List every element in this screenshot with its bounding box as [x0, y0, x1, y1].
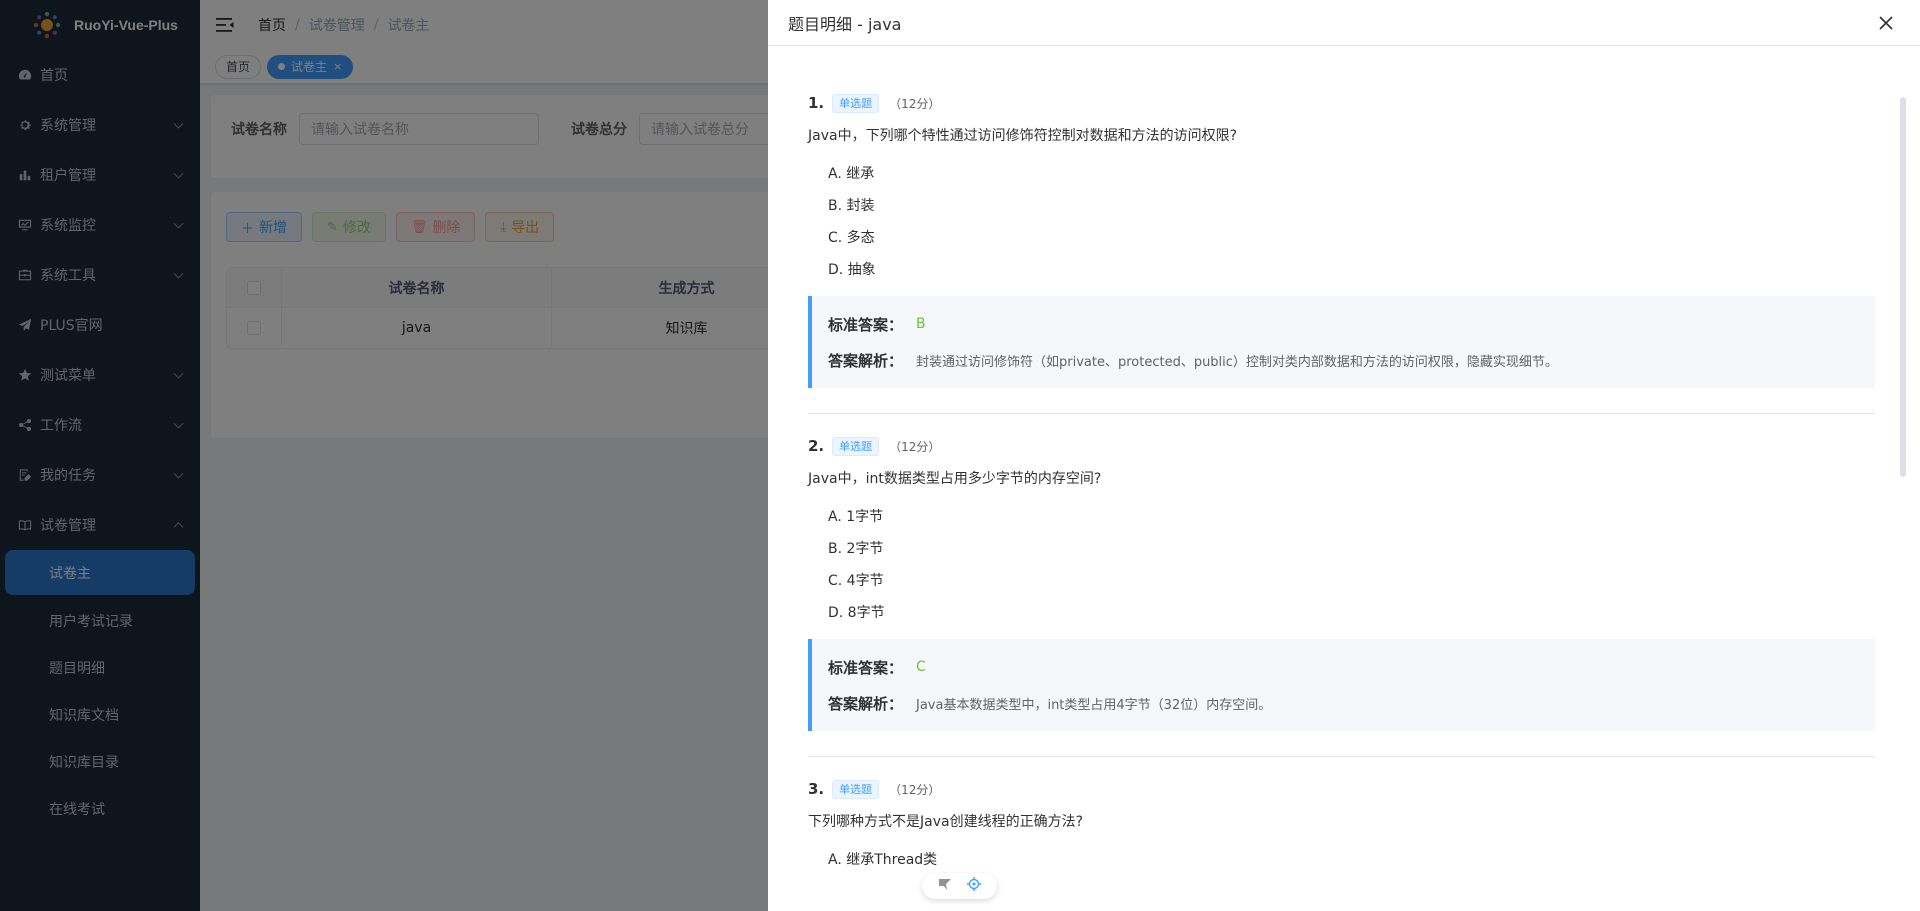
- divider: [808, 413, 1875, 414]
- question-number: 3.: [808, 780, 825, 798]
- question-header: 1. 单选题 （12分）: [808, 93, 1875, 113]
- option: C. 4字节: [828, 573, 884, 589]
- answer-value: C: [916, 659, 926, 675]
- explanation-text: 封装通过访问修饰符（如private、protected、public）控制对类…: [916, 354, 1558, 370]
- drawer-header: 题目明细 - java: [768, 0, 1920, 46]
- answer-row: 标准答案： C: [828, 653, 1859, 681]
- divider: [808, 756, 1875, 757]
- question-score: （12分）: [889, 439, 941, 454]
- question-type-badge: 单选题: [832, 93, 880, 113]
- explanation-row: 答案解析： Java基本数据类型中，int类型占用4字节（32位）内存空间。: [828, 689, 1859, 717]
- question-number: 1.: [808, 94, 825, 112]
- floating-toolbar: [922, 873, 997, 899]
- question-item: 2. 单选题 （12分） Java中，int数据类型占用多少字节的内存空间? A…: [808, 436, 1875, 731]
- question-number: 2.: [808, 437, 825, 455]
- answer-box: 标准答案： B 答案解析： 封装通过访问修饰符（如private、protect…: [808, 296, 1875, 388]
- option: B. 封装: [828, 198, 875, 214]
- question-item: 1. 单选题 （12分） Java中，下列哪个特性通过访问修饰符控制对数据和方法…: [808, 93, 1875, 388]
- question-header: 3. 单选题 （12分）: [808, 779, 1875, 799]
- answer-value: B: [916, 316, 926, 332]
- question-type-badge: 单选题: [832, 779, 880, 799]
- question-type-badge: 单选题: [832, 436, 880, 456]
- question-item: 3. 单选题 （12分） 下列哪种方式不是Java创建线程的正确方法? A. 继…: [808, 779, 1875, 875]
- answer-label: 标准答案：: [828, 658, 904, 677]
- option: A. 继承Thread类: [828, 852, 938, 868]
- question-text: Java中，下列哪个特性通过访问修饰符控制对数据和方法的访问权限?: [808, 128, 1238, 144]
- question-header: 2. 单选题 （12分）: [808, 436, 1875, 456]
- explanation-row: 答案解析： 封装通过访问修饰符（如private、protected、publi…: [828, 346, 1859, 374]
- cursor-icon[interactable]: [938, 877, 952, 895]
- question-detail-drawer: 题目明细 - java 1. 单选题 （12分） Java中，下列哪个特性通过访…: [768, 0, 1920, 911]
- drawer-title: 题目明细 - java: [788, 14, 902, 34]
- answer-row: 标准答案： B: [828, 310, 1859, 338]
- question-options: A. 1字节 B. 2字节 C. 4字节 D. 8字节: [808, 500, 1875, 628]
- scrollbar-thumb[interactable]: [1900, 97, 1906, 477]
- answer-label: 标准答案：: [828, 315, 904, 334]
- answer-box: 标准答案： C 答案解析： Java基本数据类型中，int类型占用4字节（32位…: [808, 639, 1875, 731]
- option: D. 抽象: [828, 262, 876, 278]
- close-icon[interactable]: [1877, 14, 1895, 32]
- question-options: A. 继承 B. 封装 C. 多态 D. 抽象: [808, 157, 1875, 285]
- locate-icon[interactable]: [967, 877, 982, 895]
- option: A. 1字节: [828, 509, 884, 525]
- option: A. 继承: [828, 166, 875, 182]
- explanation-label: 答案解析：: [828, 694, 904, 713]
- question-score: （12分）: [889, 782, 941, 797]
- drawer-body: 1. 单选题 （12分） Java中，下列哪个特性通过访问修饰符控制对数据和方法…: [768, 47, 1920, 911]
- question-text: Java中，int数据类型占用多少字节的内存空间?: [808, 471, 1102, 487]
- option: C. 多态: [828, 230, 875, 246]
- question-score: （12分）: [889, 96, 941, 111]
- question-options: A. 继承Thread类: [808, 843, 1875, 875]
- question-text: 下列哪种方式不是Java创建线程的正确方法?: [808, 814, 1084, 830]
- explanation-text: Java基本数据类型中，int类型占用4字节（32位）内存空间。: [916, 697, 1272, 713]
- option: B. 2字节: [828, 541, 884, 557]
- option: D. 8字节: [828, 605, 885, 621]
- explanation-label: 答案解析：: [828, 351, 904, 370]
